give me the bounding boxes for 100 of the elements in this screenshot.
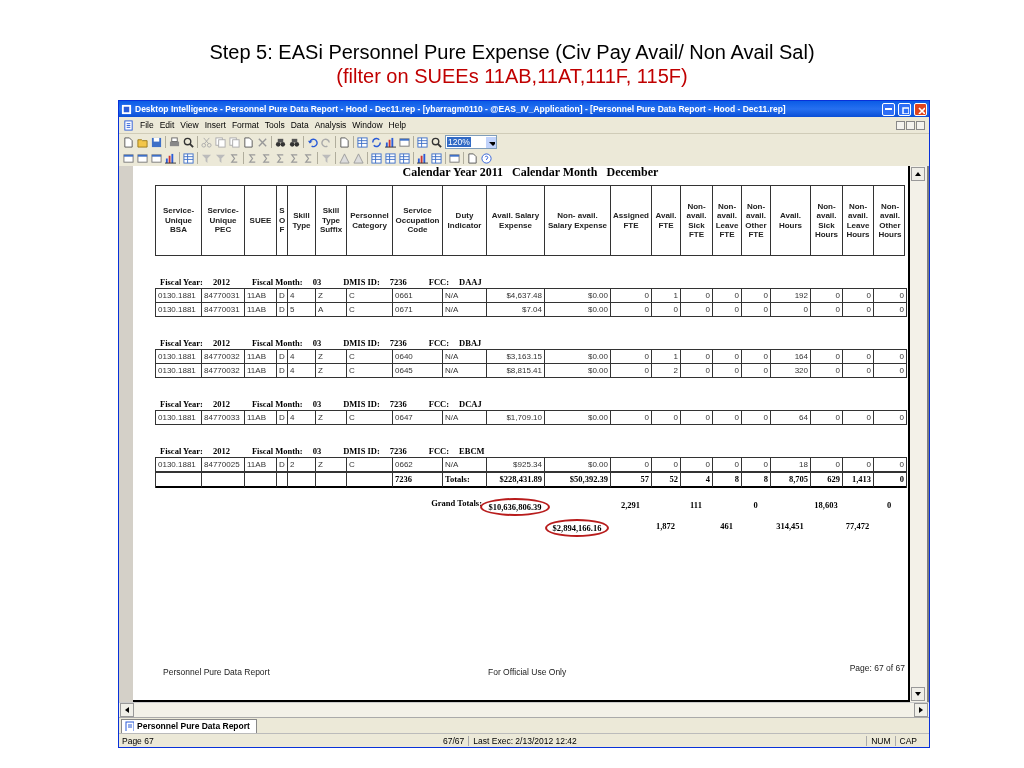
table-cell: Z [316,364,347,378]
table-cell: 2 [288,458,316,472]
field-label: Fiscal Month: [251,277,303,287]
status-text: Last Exec: 2/13/2012 12:42 [468,735,577,746]
table-cell: $3,163.15 [487,350,545,364]
close-button[interactable] [916,120,925,130]
table-cell: 629 [811,473,843,488]
table-cell: C [347,364,393,378]
field-value: EBCM [459,446,485,456]
bar-chart-icon[interactable] [385,136,396,148]
grid-icon[interactable] [431,152,442,164]
table-cell: 4 [288,350,316,364]
menu-item[interactable]: Edit [159,120,175,130]
grid-icon[interactable] [399,152,410,164]
menu-item[interactable]: Help [388,120,406,130]
open-folder-icon[interactable] [137,136,148,148]
table-cell: 8 [742,473,771,488]
save-icon[interactable] [151,136,162,148]
formula-icon[interactable] [303,152,314,164]
table-cell: 0 [874,473,906,488]
table-cell: N/A [443,458,487,472]
table-cell: D [277,289,288,303]
table-icon[interactable] [399,136,410,148]
table-cell: 0 [652,411,681,425]
column-header: Duty Indicator [443,186,487,255]
table-cell: 11AB [245,289,277,303]
minimize-button[interactable] [896,120,905,130]
print-icon[interactable] [169,136,180,148]
restore-button[interactable] [906,120,915,130]
table-cell: 11AB [245,411,277,425]
table-cell: 0 [681,458,713,472]
bar-chart-icon[interactable] [165,152,176,164]
table-cell: 0662 [393,458,443,472]
table-cell: $228,431.89 [487,473,545,488]
report-tab[interactable]: Personnel Pure Data Report [121,719,257,733]
column-header: Service- Unique BSA [156,186,202,255]
field-value: DBAJ [459,338,482,348]
table-cell: 0130.1881 [156,289,202,303]
table-cell: 57 [611,473,652,488]
bar-chart-icon[interactable] [417,152,428,164]
new-document-icon[interactable] [123,136,134,148]
table-icon[interactable] [151,152,162,164]
menu-item[interactable]: Insert [204,120,226,130]
field-label: Fiscal Month: [251,338,303,348]
formula-icon[interactable] [289,152,300,164]
menu-item[interactable]: Window [352,120,383,130]
document-icon[interactable] [339,136,350,148]
page-number: Page: 67 of 67 [849,663,905,673]
table-cell: 0 [713,411,742,425]
print-preview-icon[interactable] [183,136,194,148]
horizontal-scrollbar[interactable] [119,702,929,717]
field-label: DMIS ID: [343,446,380,456]
menu-item[interactable]: Format [231,120,259,130]
menu-item[interactable]: Tools [264,120,285,130]
help-icon[interactable] [481,152,492,164]
table-cell: N/A [443,364,487,378]
table-cell: $4,637.48 [487,289,545,303]
grid-icon[interactable] [371,152,382,164]
menu-item[interactable]: File [140,120,154,130]
zoom-dropdown[interactable]: 120% [445,135,497,149]
table-cell: 0645 [393,364,443,378]
table-cell: D [277,411,288,425]
sum-icon[interactable] [247,152,258,164]
vertical-scrollbar[interactable] [910,166,927,702]
menu-item[interactable]: Data [290,120,309,130]
table-cell: 0 [874,364,906,378]
document-icon [123,119,134,131]
table-cell: 0 [874,458,906,472]
column-header: Skill Type Suffix [316,186,347,255]
table-cell: 0 [811,411,843,425]
table-cell: 0130.1881 [156,411,202,425]
grid-icon[interactable] [357,136,368,148]
zoom-icon[interactable] [431,136,442,148]
grid-icon[interactable] [183,152,194,164]
table-cell: 0 [742,350,771,364]
grid-icon[interactable] [385,152,396,164]
field-value: 03 [312,338,322,348]
table-icon[interactable] [123,152,134,164]
document-icon [124,721,134,731]
column-header: Avail. FTE [652,186,681,255]
document-icon[interactable] [467,152,478,164]
maximize-button[interactable] [898,102,911,116]
table-cell: 0 [771,303,811,317]
formula-icon[interactable] [261,152,272,164]
total-value: 314,451 [775,520,805,533]
menu-item[interactable]: Analysis [314,120,347,130]
table-cell: 52 [652,473,681,488]
field-label: DMIS ID: [343,277,380,287]
status-text: 67/67 [443,735,465,746]
formula-icon[interactable] [275,152,286,164]
refresh-icon[interactable] [371,136,382,148]
table-cell: 1,413 [843,473,874,488]
table-cell: 84770031 [202,303,245,317]
find-icon[interactable] [275,136,286,148]
menu-item[interactable]: View [180,120,199,130]
table-cell: 0 [742,364,771,378]
undo-icon[interactable] [307,136,318,148]
table-icon[interactable] [449,152,460,164]
table-icon[interactable] [137,152,148,164]
delete-icon[interactable] [257,136,268,148]
